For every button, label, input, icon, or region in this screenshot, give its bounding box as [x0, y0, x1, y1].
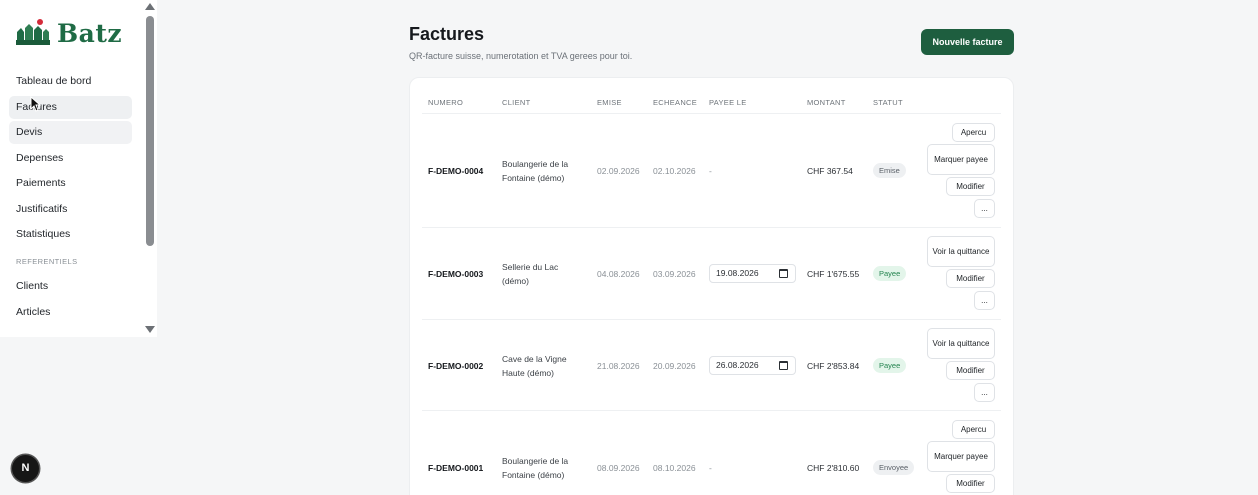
- amount: CHF 367.54: [807, 166, 853, 176]
- column-header-client: CLIENT: [502, 98, 531, 107]
- due-date: 20.09.2026: [653, 361, 696, 371]
- issued-date: 08.09.2026: [597, 463, 640, 473]
- client-name: Boulangerie de la Fontaine (démo): [502, 159, 569, 183]
- invoice-number[interactable]: F-DEMO-0003: [428, 269, 483, 279]
- castle-logo-icon: [16, 19, 50, 45]
- edit-button[interactable]: Modifier: [946, 474, 995, 493]
- invoice-number[interactable]: F-DEMO-0002: [428, 361, 483, 371]
- amount: CHF 1'675.55: [807, 269, 860, 279]
- dev-tools-badge[interactable]: N: [12, 455, 39, 482]
- preview-button[interactable]: Apercu: [952, 123, 995, 142]
- edit-button[interactable]: Modifier: [946, 269, 995, 288]
- table-row: F-DEMO-0001 Boulangerie de la Fontaine (…: [422, 410, 1001, 495]
- more-actions-button[interactable]: ...: [974, 383, 995, 402]
- sidebar: Batz Tableau de bord Factures Devis Depe…: [0, 0, 157, 337]
- view-receipt-button[interactable]: Voir la quittance: [927, 236, 995, 267]
- sidebar-item-paiements[interactable]: Paiements: [9, 172, 132, 195]
- invoice-number[interactable]: F-DEMO-0001: [428, 463, 483, 473]
- sidebar-item-factures[interactable]: Factures: [9, 95, 132, 119]
- scroll-down-arrow-icon[interactable]: [145, 326, 155, 333]
- sidebar-item-tableau-de-bord[interactable]: Tableau de bord: [9, 70, 132, 93]
- more-actions-button[interactable]: ...: [974, 291, 995, 310]
- view-receipt-button[interactable]: Voir la quittance: [927, 328, 995, 359]
- issued-date: 04.08.2026: [597, 269, 640, 279]
- sidebar-item-articles[interactable]: Articles: [9, 301, 132, 324]
- status-badge: Envoyee: [873, 460, 915, 475]
- client-name: Sellerie du Lac (démo): [502, 262, 559, 286]
- scrollbar-thumb[interactable]: [146, 16, 154, 246]
- brand-name: Batz: [57, 18, 123, 48]
- status-badge: Payee: [873, 266, 907, 281]
- mark-paid-button[interactable]: Marquer payee: [927, 144, 995, 175]
- calendar-icon[interactable]: [779, 361, 788, 370]
- column-header-numero: NUMERO: [428, 98, 464, 107]
- column-header-statut: STATUT: [873, 98, 903, 107]
- issued-date: 21.08.2026: [597, 361, 640, 371]
- sidebar-item-depenses[interactable]: Depenses: [9, 147, 132, 170]
- preview-button[interactable]: Apercu: [952, 420, 995, 439]
- edit-button[interactable]: Modifier: [946, 361, 995, 380]
- sidebar-item-devis[interactable]: Devis: [9, 121, 132, 144]
- sidebar-section-heading: REFERENTIELS: [16, 257, 78, 266]
- new-invoice-button[interactable]: Nouvelle facture: [921, 29, 1014, 55]
- paid-date-input[interactable]: 26.08.2026: [709, 356, 796, 375]
- paid-date-value: 26.08.2026: [716, 360, 759, 370]
- calendar-icon[interactable]: [779, 269, 788, 278]
- paid-date-value: 19.08.2026: [716, 268, 759, 278]
- mouse-cursor-icon: [30, 96, 41, 112]
- table-header: NUMERO CLIENT EMISE ECHEANCE PAYEE LE MO…: [410, 78, 1013, 114]
- amount: CHF 2'810.60: [807, 463, 860, 473]
- issued-date: 02.09.2026: [597, 166, 640, 176]
- mark-paid-button[interactable]: Marquer payee: [927, 441, 995, 472]
- sidebar-scrollbar[interactable]: [143, 0, 157, 337]
- due-date: 08.10.2026: [653, 463, 696, 473]
- paid-date: -: [709, 166, 712, 176]
- page-subtitle: QR-facture suisse, numerotation et TVA g…: [409, 51, 633, 61]
- sidebar-item-justificatifs[interactable]: Justificatifs: [9, 198, 132, 221]
- sidebar-item-clients[interactable]: Clients: [9, 275, 132, 298]
- due-date: 03.09.2026: [653, 269, 696, 279]
- client-name: Boulangerie de la Fontaine (démo): [502, 456, 569, 480]
- page-title: Factures: [409, 24, 485, 44]
- table-row: F-DEMO-0004 Boulangerie de la Fontaine (…: [422, 113, 1001, 227]
- sidebar-nav: Tableau de bord Factures Devis Depenses …: [9, 70, 132, 326]
- due-date: 02.10.2026: [653, 166, 696, 176]
- status-badge: Emise: [873, 163, 906, 178]
- invoice-number[interactable]: F-DEMO-0004: [428, 166, 483, 176]
- edit-button[interactable]: Modifier: [946, 177, 995, 196]
- invoices-table-card: NUMERO CLIENT EMISE ECHEANCE PAYEE LE MO…: [409, 77, 1014, 495]
- table-row: F-DEMO-0002 Cave de la Vigne Haute (démo…: [422, 319, 1001, 410]
- column-header-echeance: ECHEANCE: [653, 98, 698, 107]
- brand-logo[interactable]: Batz: [15, 18, 122, 48]
- table-row: F-DEMO-0003 Sellerie du Lac (démo) 04.08…: [422, 227, 1001, 319]
- scroll-up-arrow-icon[interactable]: [145, 3, 155, 10]
- more-actions-button[interactable]: ...: [974, 199, 995, 218]
- column-header-emise: EMISE: [597, 98, 622, 107]
- paid-date: -: [709, 463, 712, 473]
- status-badge: Payee: [873, 358, 907, 373]
- paid-date-input[interactable]: 19.08.2026: [709, 264, 796, 283]
- column-header-montant: MONTANT: [807, 98, 846, 107]
- sidebar-item-statistiques[interactable]: Statistiques: [9, 223, 132, 246]
- client-name: Cave de la Vigne Haute (démo): [502, 354, 567, 378]
- column-header-payee-le: PAYEE LE: [709, 98, 747, 107]
- amount: CHF 2'853.84: [807, 361, 860, 371]
